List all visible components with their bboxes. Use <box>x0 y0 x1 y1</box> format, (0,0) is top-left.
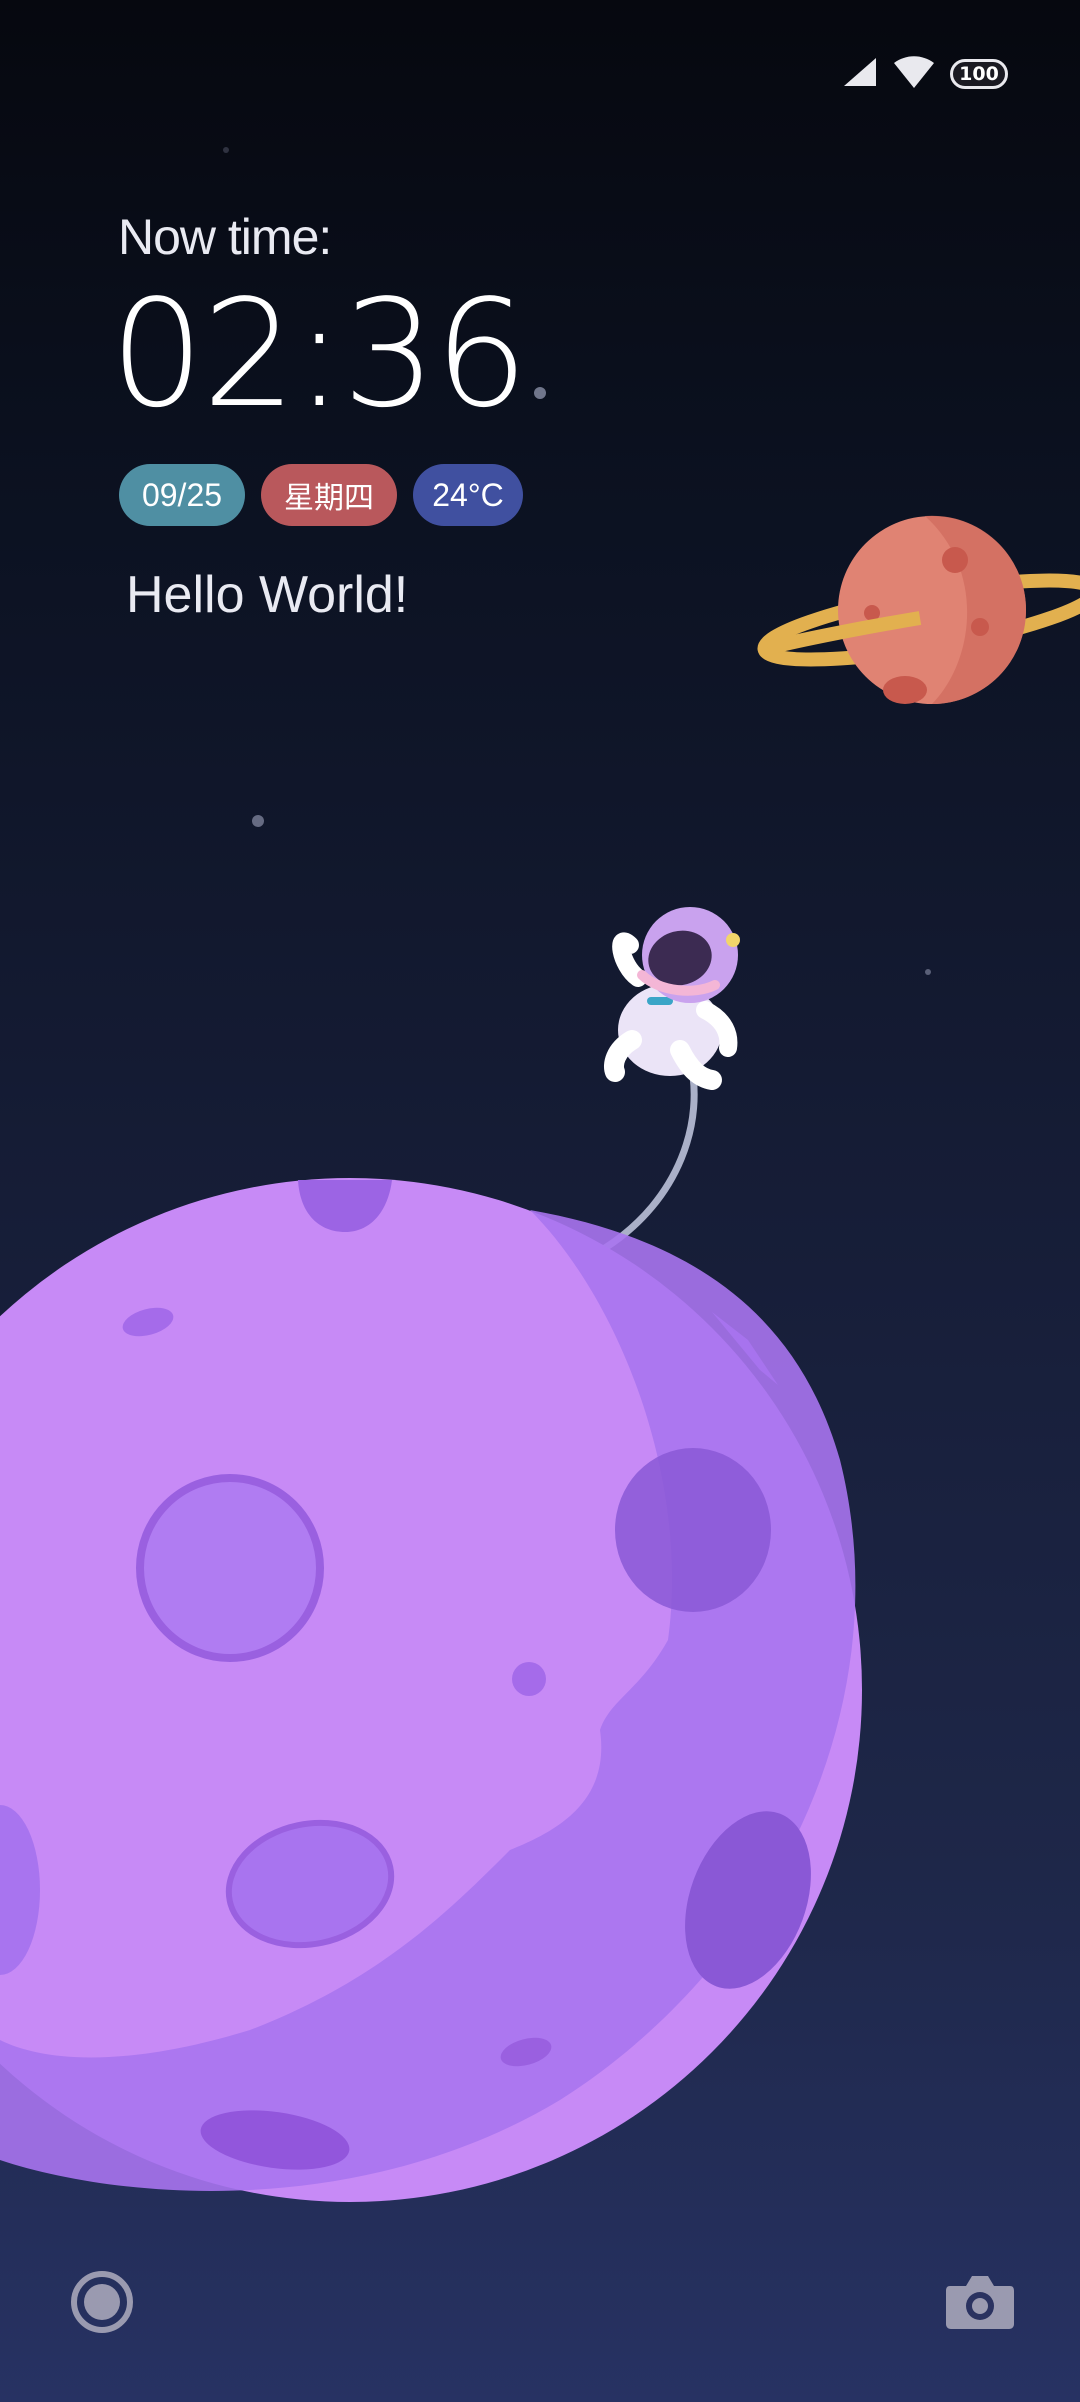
clock-time: 02:36 <box>110 268 529 440</box>
purple-moon <box>0 1178 862 2202</box>
battery-level: 100 <box>959 62 999 85</box>
assistant-ring-icon <box>71 2271 133 2333</box>
status-bar: 100 <box>842 52 1008 96</box>
battery-icon: 100 <box>950 59 1008 89</box>
signal-icon <box>842 56 878 93</box>
now-time-label: Now time: <box>118 209 332 265</box>
astronaut <box>604 907 740 1090</box>
wifi-icon <box>892 55 936 94</box>
info-chips: 09/25 星期四 24°C <box>119 464 523 526</box>
temperature-chip: 24°C <box>413 464 523 526</box>
assistant-shortcut-button[interactable] <box>62 2262 142 2342</box>
tether <box>601 1056 698 1252</box>
date-chip: 09/25 <box>119 464 245 526</box>
camera-icon <box>946 2276 1014 2329</box>
camera-shortcut-button[interactable] <box>940 2262 1020 2342</box>
ringed-planet <box>757 515 1080 704</box>
greeting-text: Hello World! <box>126 566 409 624</box>
weekday-chip: 星期四 <box>261 464 397 526</box>
lock-screen: { "status_bar": { "icons": ["signal-icon… <box>0 0 1080 2402</box>
